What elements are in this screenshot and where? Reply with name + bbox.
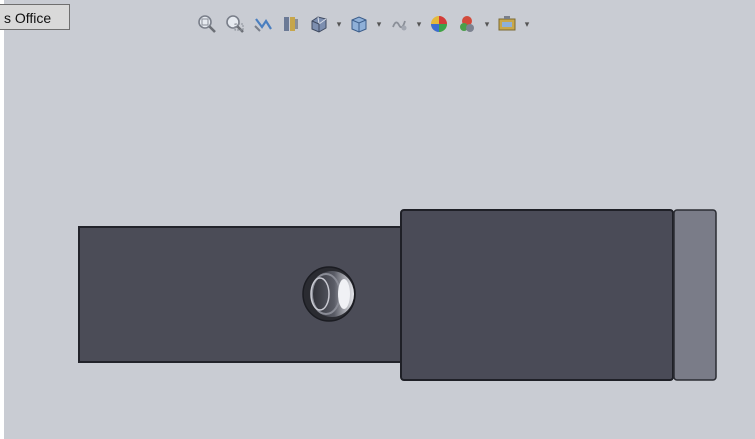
graphics-area[interactable]: ▾ ▾ ▾ ▾ ▾ [4,0,755,439]
apply-scene-icon [460,16,474,32]
previous-view-button[interactable] [250,11,276,37]
hide-show-items-icon [392,20,407,31]
part-model[interactable] [4,0,755,439]
display-style-dropdown[interactable]: ▾ [374,11,384,37]
view-settings-icon [498,16,516,31]
taskbar-tab[interactable]: s Office [0,4,70,30]
hide-show-items-dropdown[interactable]: ▾ [414,11,424,37]
zoom-to-fit-button[interactable] [194,11,220,37]
zoom-to-area-icon [226,15,244,33]
hide-show-items-button[interactable] [386,11,412,37]
edit-appearance-button[interactable] [426,11,452,37]
display-style-button[interactable] [346,11,372,37]
view-orientation-button[interactable] [306,11,332,37]
body-section [400,209,674,381]
previous-view-icon [254,18,272,32]
heads-up-view-toolbar: ▾ ▾ ▾ ▾ ▾ [194,10,532,38]
section-view-icon [284,17,298,31]
apply-scene-button[interactable] [454,11,480,37]
view-settings-dropdown[interactable]: ▾ [522,11,532,37]
end-cap [673,209,717,381]
display-style-icon [351,16,367,33]
zoom-to-fit-icon [198,15,216,33]
view-settings-button[interactable] [494,11,520,37]
view-orientation-icon [311,16,327,33]
threaded-hole [302,266,356,322]
section-view-button[interactable] [278,11,304,37]
view-orientation-dropdown[interactable]: ▾ [334,11,344,37]
shaft-section [78,226,405,363]
zoom-to-area-button[interactable] [222,11,248,37]
edit-appearance-icon [431,16,447,32]
apply-scene-dropdown[interactable]: ▾ [482,11,492,37]
